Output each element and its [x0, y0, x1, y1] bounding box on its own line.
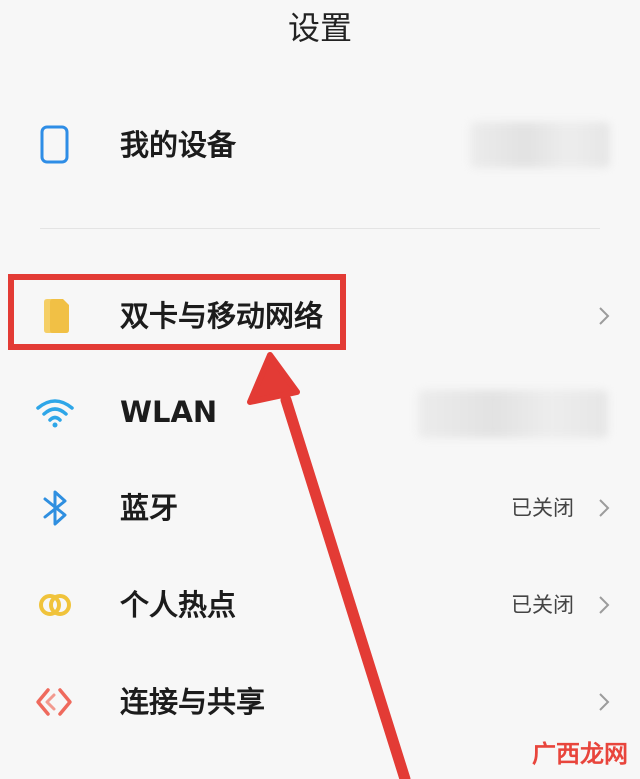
chevron-right-icon — [592, 304, 616, 328]
settings-row-label: 连接与共享 — [120, 685, 266, 719]
settings-row-label: 我的设备 — [120, 128, 237, 162]
chevron-right-icon — [592, 593, 616, 617]
settings-row-label: 个人热点 — [120, 588, 237, 622]
bluetooth-icon — [30, 488, 80, 528]
settings-row-wlan[interactable]: WLAN — [0, 372, 640, 452]
share-connection-icon — [30, 682, 80, 722]
settings-row-bluetooth[interactable]: 蓝牙 已关闭 — [0, 468, 640, 548]
section-divider — [40, 228, 600, 229]
phone-icon — [30, 125, 80, 165]
settings-row-hotspot[interactable]: 个人热点 已关闭 — [0, 565, 640, 645]
chevron-right-icon — [592, 496, 616, 520]
chevron-right-icon — [592, 690, 616, 714]
status-text: 已关闭 — [511, 496, 574, 520]
watermark: 广西龙网 — [532, 740, 628, 768]
settings-row-my-device[interactable]: 我的设备 — [0, 105, 640, 185]
settings-row-label: 蓝牙 — [120, 491, 179, 525]
wifi-icon — [30, 392, 80, 432]
blurred-wifi-network — [418, 390, 608, 438]
blurred-device-name — [470, 122, 610, 168]
annotation-highlight-box — [8, 274, 346, 350]
hotspot-icon — [30, 585, 80, 625]
settings-row-connection-sharing[interactable]: 连接与共享 — [0, 662, 640, 742]
status-text: 已关闭 — [511, 593, 574, 617]
page-title: 设置 — [287, 9, 352, 47]
settings-row-label: WLAN — [120, 395, 218, 429]
